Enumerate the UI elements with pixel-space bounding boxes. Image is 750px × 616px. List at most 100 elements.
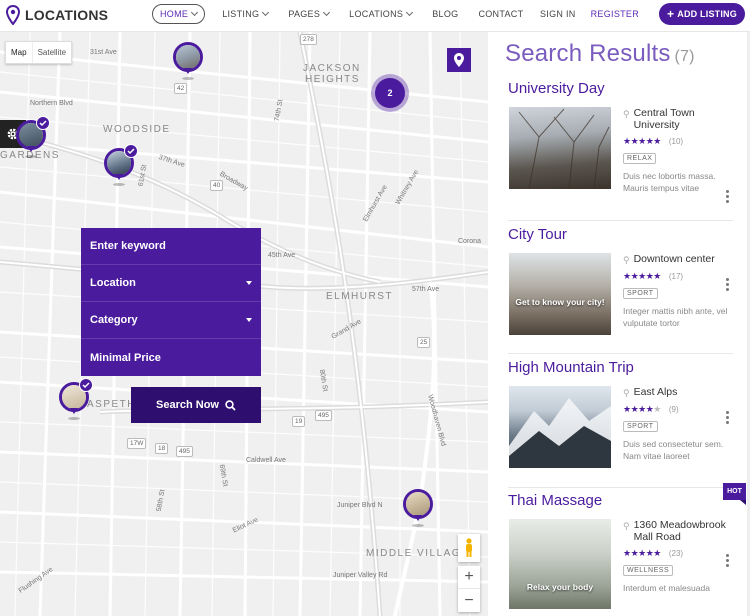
street-label: 45th Ave xyxy=(268,252,296,259)
more-options-icon[interactable] xyxy=(726,411,729,426)
result-description: Duis nec lobortis massa. Mauris tempus v… xyxy=(623,171,716,193)
map-type-switcher: Map Satellite xyxy=(5,41,73,64)
street-label: 57th Ave xyxy=(412,286,440,293)
nav-home[interactable]: HOME xyxy=(152,4,206,24)
result-thumbnail[interactable] xyxy=(509,386,611,468)
result-title[interactable]: City Tour xyxy=(508,226,740,246)
rating-stars: ★★★★★ (23) xyxy=(623,548,729,559)
area-label: HEIGHTS xyxy=(305,74,360,85)
zoom-in-button[interactable]: + xyxy=(458,566,480,589)
street-view-pegman[interactable] xyxy=(458,534,480,562)
map-marker[interactable] xyxy=(104,144,138,186)
more-options-icon[interactable] xyxy=(726,554,729,569)
route-shield: 18 xyxy=(155,443,169,454)
result-description: Integer mattis nibh ante, vel vulputate … xyxy=(623,306,728,328)
plus-icon: + xyxy=(667,7,675,21)
map-marker[interactable] xyxy=(173,42,203,80)
street-label: Corona xyxy=(458,238,481,245)
location-select[interactable]: Location xyxy=(81,265,261,302)
results-heading: Search Results (7) xyxy=(505,40,695,68)
category-tag[interactable]: RELAX xyxy=(623,153,657,164)
map-type-map-button[interactable]: Map xyxy=(6,42,32,63)
review-count: (17) xyxy=(668,272,684,281)
add-listing-label: ADD LISTING xyxy=(677,9,737,19)
locate-me-button[interactable] xyxy=(447,48,471,72)
map-marker[interactable] xyxy=(59,378,93,420)
area-label: WOODSIDE xyxy=(103,124,171,135)
result-title[interactable]: University Day xyxy=(508,80,740,100)
nav-listing[interactable]: LISTING xyxy=(222,4,270,24)
marker-cluster[interactable]: 2 xyxy=(375,78,405,108)
divider xyxy=(508,353,733,354)
nav-pages-label: PAGES xyxy=(288,9,321,19)
zoom-out-button[interactable]: − xyxy=(458,589,480,612)
star-icons: ★★★★★ xyxy=(623,271,661,281)
rating-stars: ★★★★ ★ (9) xyxy=(623,404,729,415)
thumbnail-caption: Relax your body xyxy=(526,582,594,592)
more-options-icon[interactable] xyxy=(726,278,729,293)
area-label: ELMHURST xyxy=(326,291,394,302)
keyword-input[interactable]: Enter keyword xyxy=(81,228,261,265)
street-label: 31st Ave xyxy=(90,49,117,56)
result-card[interactable]: Thai Massage Relax your body ⚲ 1360 Meado… xyxy=(508,492,740,609)
caret-down-icon xyxy=(246,281,252,285)
map-canvas[interactable]: JACKSON HEIGHTS WOODSIDE GARDENS ELMHURS… xyxy=(0,32,488,616)
star-icons: ★★★★★ xyxy=(623,136,661,146)
result-title[interactable]: High Mountain Trip xyxy=(508,359,740,379)
nav-blog[interactable]: BLOG xyxy=(432,4,458,24)
min-price-input[interactable]: Minimal Price xyxy=(81,339,261,376)
result-thumbnail[interactable]: Relax your body xyxy=(509,519,611,609)
result-thumbnail[interactable] xyxy=(509,107,611,189)
result-location: ⚲ Downtown center xyxy=(623,253,715,265)
result-card[interactable]: City Tour Get to know your city! ⚲ Downto… xyxy=(508,226,740,335)
location-pin-icon: ⚲ xyxy=(623,521,630,531)
result-title[interactable]: Thai Massage xyxy=(508,492,740,512)
register-link[interactable]: REGISTER xyxy=(591,9,639,19)
result-card[interactable]: High Mountain Trip ⚲ East Alps ★★★★ ★ (9) S… xyxy=(508,359,740,468)
map-marker[interactable] xyxy=(16,116,50,158)
map-marker[interactable] xyxy=(403,489,433,527)
location-pin-icon: ⚲ xyxy=(623,109,630,119)
result-thumbnail[interactable]: Get to know your city! xyxy=(509,253,611,335)
map-pin-icon xyxy=(454,53,464,67)
review-count: (10) xyxy=(668,137,684,146)
chevron-down-icon xyxy=(323,8,331,17)
area-label: MIDDLE VILLAG xyxy=(366,548,462,559)
street-label: Juniper Valley Rd xyxy=(333,572,388,579)
chevron-down-icon xyxy=(406,8,414,17)
map-type-satellite-button[interactable]: Satellite xyxy=(31,42,71,63)
caret-down-icon xyxy=(246,318,252,322)
divider xyxy=(508,220,733,221)
rating-stars: ★★★★★ (10) xyxy=(623,136,729,147)
thumbnail-caption: Get to know your city! xyxy=(515,297,605,307)
route-shield: 25 xyxy=(417,337,431,348)
category-select[interactable]: Category xyxy=(81,302,261,339)
street-label: Juniper Blvd N xyxy=(337,502,383,509)
nav-contact[interactable]: CONTACT xyxy=(478,4,523,24)
category-tag[interactable]: SPORT xyxy=(623,288,658,299)
main-nav: HOME LISTING PAGES LOCATIONS BLOG CONTAC… xyxy=(152,4,543,24)
site-logo[interactable]: LOCATIONS xyxy=(6,5,108,25)
review-count: (23) xyxy=(668,549,684,558)
result-location: ⚲ Central Town University xyxy=(623,107,695,131)
area-label: ASPETH xyxy=(87,399,137,410)
category-tag[interactable]: WELLNESS xyxy=(623,565,674,576)
location-select-label: Location xyxy=(90,277,136,289)
result-description: Duis sed consectetur sem. Nam vitae laor… xyxy=(623,439,724,461)
result-location: ⚲ 1360 Meadowbrook Mall Road xyxy=(623,519,726,543)
result-card[interactable]: University Day ⚲ Central Town University … xyxy=(508,80,740,203)
zoom-controls: + − xyxy=(458,566,480,612)
add-listing-button[interactable]: + ADD LISTING xyxy=(659,3,745,25)
route-shield: 495 xyxy=(315,410,332,421)
more-options-icon[interactable] xyxy=(726,190,729,205)
search-now-button[interactable]: Search Now xyxy=(131,387,261,423)
nav-pages[interactable]: PAGES xyxy=(288,4,331,24)
chevron-down-icon xyxy=(262,8,270,17)
category-tag[interactable]: SPORT xyxy=(623,421,658,432)
verified-check-icon xyxy=(36,116,50,130)
results-title: Search Results xyxy=(505,40,671,67)
category-select-label: Category xyxy=(90,314,138,326)
nav-locations[interactable]: LOCATIONS xyxy=(349,4,414,24)
sign-in-link[interactable]: SIGN IN xyxy=(540,9,576,19)
street-label: Caldwell Ave xyxy=(246,457,286,464)
